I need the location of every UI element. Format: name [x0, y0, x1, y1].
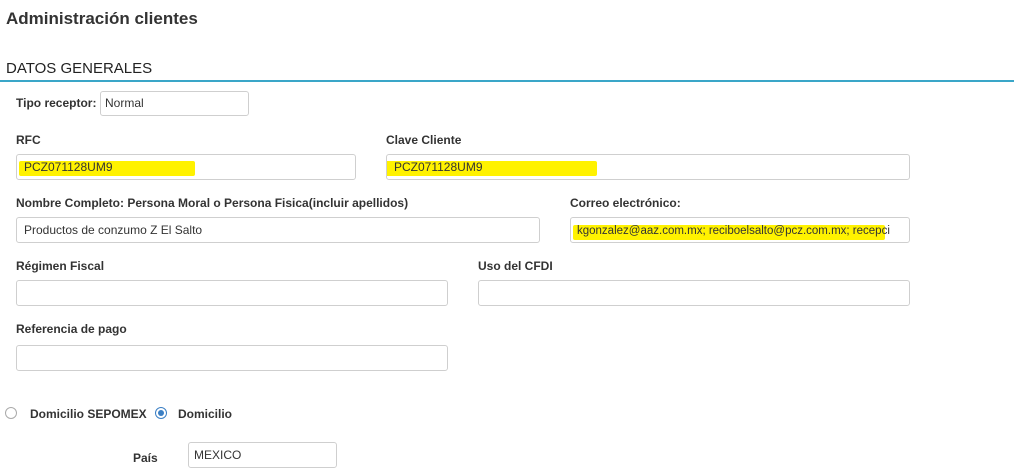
rfc-field[interactable]: PCZ071128UM9 [16, 154, 356, 180]
clave-cliente-field[interactable]: PCZ071128UM9 [386, 154, 910, 180]
pais-label: País [133, 451, 158, 465]
domicilio-sepomex-label[interactable]: Domicilio SEPOMEX [30, 407, 147, 421]
pais-value: MEXICO [194, 448, 242, 462]
tipo-receptor-field[interactable]: Normal [100, 91, 249, 116]
uso-cfdi-field[interactable] [478, 280, 910, 306]
correo-label: Correo electrónico: [570, 196, 681, 210]
regimen-fiscal-label: Régimen Fiscal [16, 259, 105, 273]
page-title: Administración clientes [6, 9, 198, 28]
correo-value: kgonzalez@aaz.com.mx; reciboelsalto@pcz.… [577, 225, 890, 237]
nombre-completo-field[interactable]: Productos de conzumo Z El Salto [16, 217, 540, 243]
rfc-value: PCZ071128UM9 [24, 160, 113, 174]
section-divider [0, 80, 1014, 82]
clave-cliente-value: PCZ071128UM9 [394, 160, 483, 174]
uso-cfdi-label: Uso del CFDI [478, 259, 553, 273]
regimen-fiscal-field[interactable] [16, 280, 448, 306]
nombre-completo-value: Productos de conzumo Z El Salto [24, 223, 203, 237]
section-title: DATOS GENERALES [6, 60, 153, 77]
tipo-receptor-value: Normal [105, 96, 144, 110]
referencia-pago-label: Referencia de pago [16, 322, 127, 336]
nombre-completo-label: Nombre Completo: Persona Moral o Persona… [16, 196, 409, 210]
domicilio-radio[interactable] [155, 407, 167, 419]
clave-cliente-label: Clave Cliente [386, 133, 462, 147]
correo-field[interactable]: kgonzalez@aaz.com.mx; reciboelsalto@pcz.… [570, 217, 910, 243]
domicilio-label[interactable]: Domicilio [178, 407, 232, 421]
referencia-pago-field[interactable] [16, 345, 448, 371]
tipo-receptor-label: Tipo receptor: [16, 96, 97, 110]
rfc-label: RFC [16, 133, 41, 147]
pais-field[interactable]: MEXICO [188, 442, 337, 468]
domicilio-sepomex-radio[interactable] [5, 407, 17, 419]
